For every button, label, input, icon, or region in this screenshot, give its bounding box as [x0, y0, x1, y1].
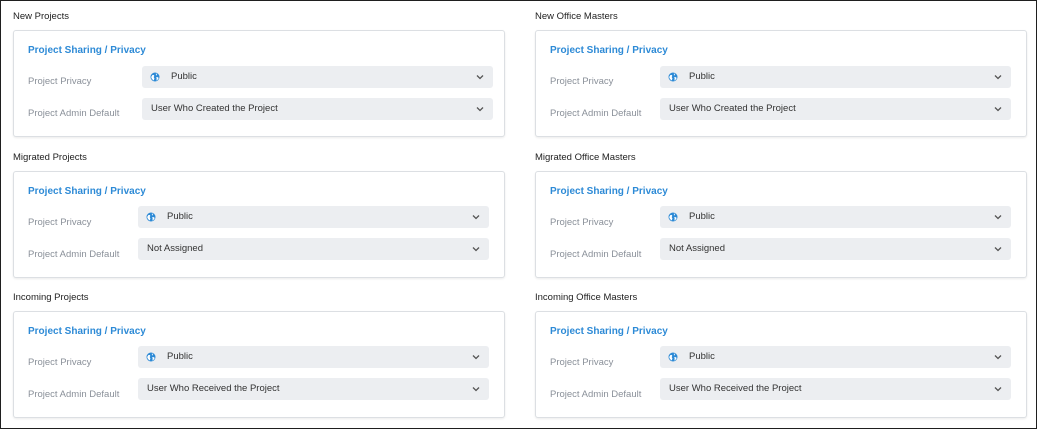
project-privacy-select[interactable]: Public [660, 346, 1011, 368]
privacy-card: Project Sharing / Privacy Project Privac… [535, 171, 1027, 278]
project-privacy-label: Project Privacy [550, 76, 614, 87]
chevron-down-icon [476, 75, 484, 80]
project-admin-label: Project Admin Default [28, 108, 120, 119]
chevron-down-icon [472, 387, 480, 392]
project-admin-value: User Who Created the Project [669, 103, 796, 114]
card-title: Project Sharing / Privacy [550, 45, 668, 56]
chevron-down-icon [472, 215, 480, 220]
project-admin-label: Project Admin Default [28, 249, 120, 260]
project-admin-value: Not Assigned [669, 243, 725, 254]
chevron-down-icon [472, 247, 480, 252]
section-migrated-projects: Migrated Projects Project Sharing / Priv… [13, 151, 505, 278]
card-title: Project Sharing / Privacy [28, 186, 146, 197]
project-privacy-value: Public [689, 211, 715, 222]
project-admin-label: Project Admin Default [550, 108, 642, 119]
globe-icon [668, 212, 678, 222]
section-incoming-projects: Incoming Projects Project Sharing / Priv… [13, 291, 505, 418]
card-title: Project Sharing / Privacy [550, 326, 668, 337]
chevron-down-icon [994, 387, 1002, 392]
project-privacy-select[interactable]: Public [138, 346, 489, 368]
project-privacy-label: Project Privacy [550, 217, 614, 228]
section-title: Incoming Projects [13, 292, 89, 303]
globe-icon [668, 352, 678, 362]
settings-panel: New Projects Project Sharing / Privacy P… [0, 0, 1037, 429]
project-admin-value: User Who Received the Project [147, 383, 280, 394]
project-privacy-select[interactable]: Public [142, 66, 493, 88]
project-admin-label: Project Admin Default [550, 249, 642, 260]
privacy-card: Project Sharing / Privacy Project Privac… [535, 311, 1027, 418]
project-privacy-value: Public [167, 351, 193, 362]
section-new-projects: New Projects Project Sharing / Privacy P… [13, 10, 505, 137]
section-title: New Projects [13, 11, 69, 22]
card-title: Project Sharing / Privacy [550, 186, 668, 197]
project-admin-select[interactable]: Not Assigned [660, 238, 1011, 260]
project-privacy-select[interactable]: Public [660, 66, 1011, 88]
project-admin-value: User Who Received the Project [669, 383, 802, 394]
card-title: Project Sharing / Privacy [28, 326, 146, 337]
privacy-card: Project Sharing / Privacy Project Privac… [535, 30, 1027, 137]
section-title: Incoming Office Masters [535, 292, 638, 303]
project-privacy-value: Public [171, 71, 197, 82]
section-incoming-office-masters: Incoming Office Masters Project Sharing … [535, 291, 1027, 418]
chevron-down-icon [994, 247, 1002, 252]
project-admin-label: Project Admin Default [550, 389, 642, 400]
section-new-office-masters: New Office Masters Project Sharing / Pri… [535, 10, 1027, 137]
project-privacy-value: Public [689, 71, 715, 82]
project-privacy-value: Public [689, 351, 715, 362]
project-admin-value: Not Assigned [147, 243, 203, 254]
chevron-down-icon [472, 355, 480, 360]
globe-icon [146, 212, 156, 222]
project-privacy-value: Public [167, 211, 193, 222]
globe-icon [150, 72, 160, 82]
project-admin-select[interactable]: User Who Received the Project [138, 378, 489, 400]
project-admin-select[interactable]: User Who Created the Project [142, 98, 493, 120]
globe-icon [668, 72, 678, 82]
project-admin-select[interactable]: Not Assigned [138, 238, 489, 260]
project-privacy-label: Project Privacy [28, 217, 92, 228]
project-privacy-label: Project Privacy [28, 76, 92, 87]
privacy-card: Project Sharing / Privacy Project Privac… [13, 311, 505, 418]
chevron-down-icon [994, 107, 1002, 112]
chevron-down-icon [994, 75, 1002, 80]
section-title: Migrated Office Masters [535, 152, 636, 163]
project-admin-value: User Who Created the Project [151, 103, 278, 114]
section-title: New Office Masters [535, 11, 618, 22]
globe-icon [146, 352, 156, 362]
chevron-down-icon [994, 355, 1002, 360]
section-migrated-office-masters: Migrated Office Masters Project Sharing … [535, 151, 1027, 278]
privacy-card: Project Sharing / Privacy Project Privac… [13, 30, 505, 137]
project-privacy-select[interactable]: Public [138, 206, 489, 228]
card-title: Project Sharing / Privacy [28, 45, 146, 56]
project-privacy-label: Project Privacy [28, 357, 92, 368]
section-title: Migrated Projects [13, 152, 87, 163]
chevron-down-icon [994, 215, 1002, 220]
privacy-card: Project Sharing / Privacy Project Privac… [13, 171, 505, 278]
project-privacy-label: Project Privacy [550, 357, 614, 368]
chevron-down-icon [476, 107, 484, 112]
project-admin-select[interactable]: User Who Created the Project [660, 98, 1011, 120]
project-privacy-select[interactable]: Public [660, 206, 1011, 228]
project-admin-select[interactable]: User Who Received the Project [660, 378, 1011, 400]
project-admin-label: Project Admin Default [28, 389, 120, 400]
